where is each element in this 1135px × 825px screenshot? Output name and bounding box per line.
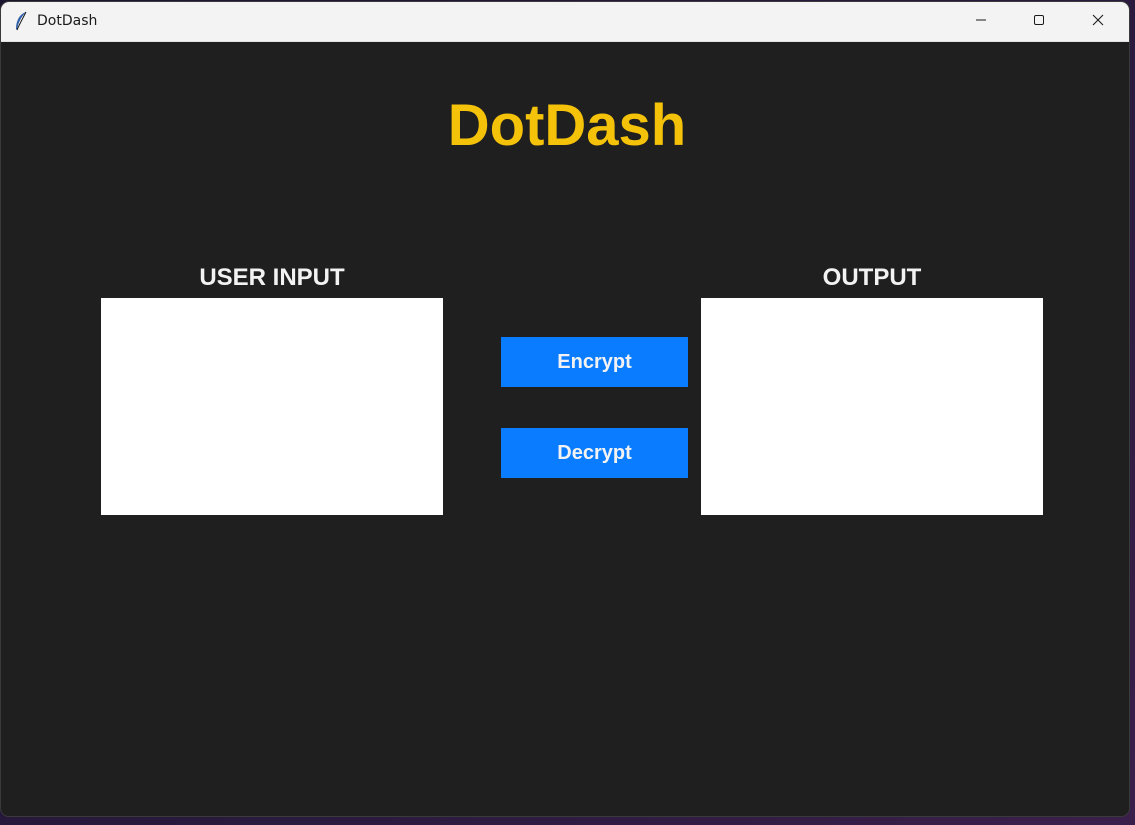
app-window: DotDash DotDash USER INPUT Encrypt Decry… (1, 2, 1129, 816)
minimize-button[interactable] (952, 2, 1010, 41)
output-label: OUTPUT (822, 264, 922, 291)
window-title: DotDash (37, 13, 98, 29)
output-textbox[interactable] (701, 298, 1043, 515)
desktop: DotDash DotDash USER INPUT Encrypt Decry… (0, 0, 1135, 825)
encrypt-button[interactable]: Encrypt (501, 337, 688, 387)
maximize-button[interactable] (1010, 2, 1068, 41)
close-button[interactable] (1069, 2, 1127, 41)
minimize-icon (975, 13, 987, 31)
title-bar[interactable]: DotDash (1, 2, 1129, 42)
app-heading: DotDash (447, 93, 687, 158)
app-client-area: DotDash USER INPUT Encrypt Decrypt OUTPU… (1, 42, 1129, 816)
user-input-label: USER INPUT (199, 264, 345, 291)
close-icon (1092, 13, 1104, 31)
decrypt-button[interactable]: Decrypt (501, 428, 688, 478)
maximize-icon (1033, 13, 1045, 31)
feather-icon (13, 11, 29, 31)
user-input-textbox[interactable] (101, 298, 443, 515)
